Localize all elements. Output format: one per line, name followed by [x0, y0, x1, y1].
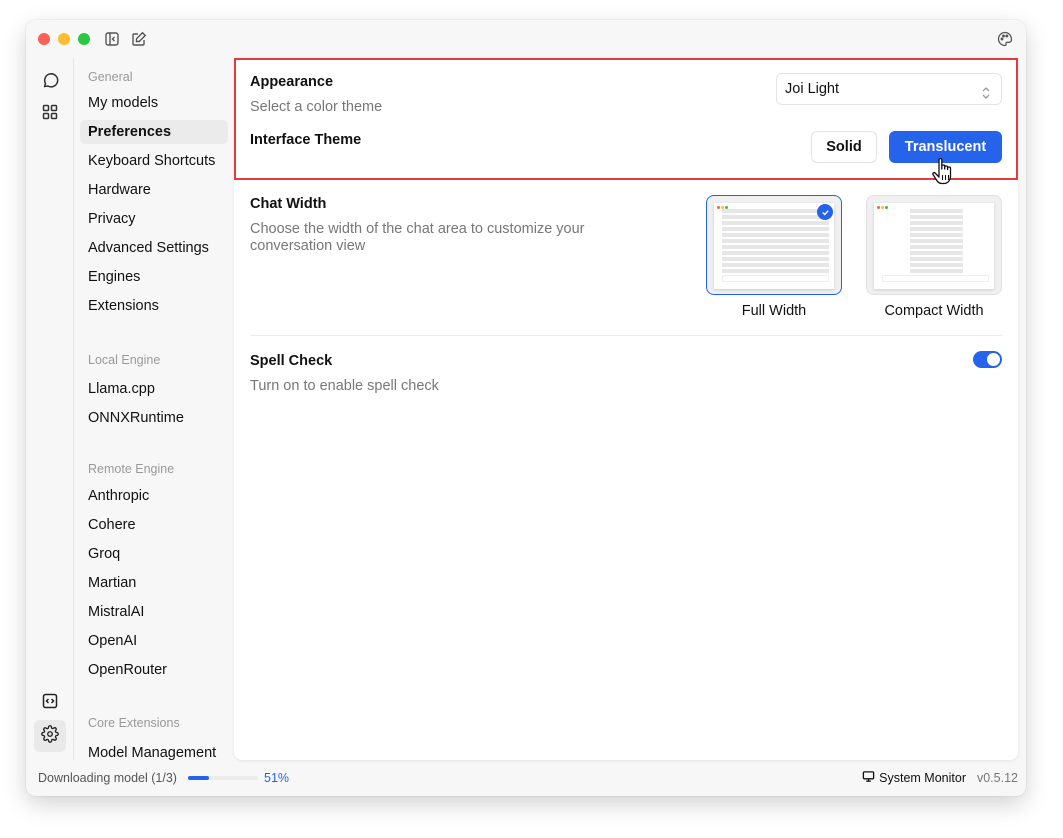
- palette-icon[interactable]: [996, 30, 1014, 48]
- app-window: General My models Preferences Keyboard S…: [26, 20, 1026, 796]
- nav-item-extensions[interactable]: Extensions: [80, 294, 228, 318]
- nav-group-local-engine: Local Engine: [88, 353, 161, 367]
- system-monitor-button[interactable]: System Monitor: [862, 770, 966, 786]
- app-version: v0.5.12: [976, 771, 1018, 785]
- chevron-up-down-icon: [981, 81, 991, 111]
- section-divider: [250, 335, 1002, 336]
- appearance-title: Appearance: [250, 74, 334, 90]
- nav-item-mistralai[interactable]: MistralAI: [80, 600, 228, 624]
- nav-item-privacy[interactable]: Privacy: [80, 207, 228, 231]
- local-api-nav-button[interactable]: [34, 687, 66, 719]
- nav-item-engines[interactable]: Engines: [80, 265, 228, 289]
- nav-item-preferences[interactable]: Preferences: [80, 120, 228, 144]
- color-theme-value: Joi Light: [785, 81, 840, 97]
- compact-width-preview: [874, 203, 994, 289]
- spell-check-description: Turn on to enable spell check: [250, 378, 439, 394]
- download-progress-percent: 51%: [264, 771, 290, 785]
- spell-check-title: Spell Check: [250, 353, 333, 369]
- toggle-knob: [987, 353, 1000, 366]
- monitor-icon: [862, 770, 875, 786]
- full-width-option[interactable]: [706, 195, 842, 295]
- download-progress-fill: [188, 776, 210, 780]
- settings-nav-button[interactable]: [34, 720, 66, 752]
- full-width-label: Full Width: [741, 303, 807, 319]
- status-bar: Downloading model (1/3) 51% System Monit…: [26, 760, 1026, 796]
- close-window-button[interactable]: [38, 33, 50, 45]
- maximize-window-button[interactable]: [78, 33, 90, 45]
- spell-check-toggle[interactable]: [973, 351, 1002, 368]
- new-chat-icon[interactable]: [130, 30, 148, 48]
- nav-item-martian[interactable]: Martian: [80, 571, 228, 595]
- color-theme-select[interactable]: Joi Light: [776, 73, 1002, 105]
- appearance-description: Select a color theme: [250, 99, 383, 115]
- chat-width-title: Chat Width: [250, 196, 327, 212]
- nav-item-model-management[interactable]: Model Management: [80, 741, 228, 760]
- hub-nav-button[interactable]: [34, 98, 66, 130]
- nav-item-advanced-settings[interactable]: Advanced Settings: [80, 236, 228, 260]
- nav-item-hardware[interactable]: Hardware: [80, 178, 228, 202]
- nav-item-keyboard-shortcuts[interactable]: Keyboard Shortcuts: [80, 149, 228, 173]
- full-width-preview: [714, 203, 834, 289]
- nav-item-llama-cpp[interactable]: Llama.cpp: [80, 377, 228, 401]
- chat-width-description: Choose the width of the chat area to cus…: [250, 221, 585, 254]
- nav-item-openrouter[interactable]: OpenRouter: [80, 658, 228, 682]
- sidebar-toggle-icon[interactable]: [103, 30, 121, 48]
- nav-item-onnxruntime[interactable]: ONNXRuntime: [80, 406, 228, 430]
- compact-width-label: Compact Width: [884, 303, 984, 319]
- download-progress-bar: [188, 776, 258, 780]
- title-bar: [26, 20, 1026, 58]
- nav-group-core-extensions: Core Extensions: [88, 716, 180, 730]
- minimize-window-button[interactable]: [58, 33, 70, 45]
- selected-check-icon: [817, 204, 833, 220]
- nav-group-remote-engine: Remote Engine: [88, 462, 175, 476]
- system-monitor-label: System Monitor: [879, 771, 966, 785]
- preferences-panel: Appearance Select a color theme Joi Ligh…: [234, 58, 1018, 760]
- nav-item-my-models[interactable]: My models: [80, 91, 228, 115]
- nav-item-cohere[interactable]: Cohere: [80, 513, 228, 537]
- settings-nav: General My models Preferences Keyboard S…: [75, 58, 235, 760]
- compact-width-option[interactable]: [866, 195, 1002, 295]
- code-icon: [41, 692, 59, 715]
- grid-icon: [41, 103, 59, 126]
- solid-theme-button[interactable]: Solid: [811, 131, 877, 163]
- nav-group-general: General: [88, 70, 133, 84]
- icon-rail: [26, 58, 74, 760]
- hand-pointer-cursor-icon: [932, 157, 952, 185]
- chat-bubble-icon: [41, 71, 59, 94]
- download-status-text: Downloading model (1/3): [38, 771, 177, 785]
- nav-item-openai[interactable]: OpenAI: [80, 629, 228, 653]
- chat-nav-button[interactable]: [34, 66, 66, 98]
- nav-item-groq[interactable]: Groq: [80, 542, 228, 566]
- nav-item-anthropic[interactable]: Anthropic: [80, 484, 228, 508]
- gear-icon: [41, 724, 59, 748]
- interface-theme-title: Interface Theme: [250, 132, 362, 148]
